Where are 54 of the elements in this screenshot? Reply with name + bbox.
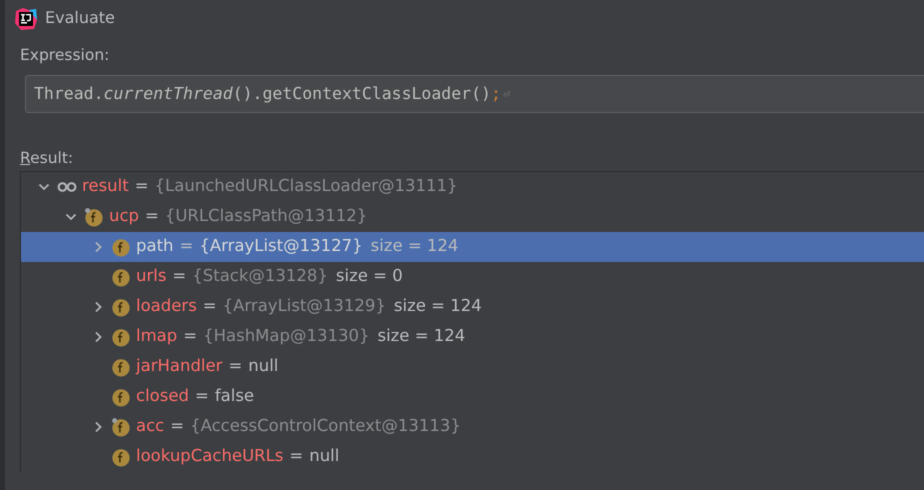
size-text: size = 124 <box>370 235 458 258</box>
equals-sign: = <box>134 175 149 198</box>
variable-value: {HashMap@13130} <box>203 325 370 348</box>
equals-sign: = <box>180 235 194 258</box>
equals-sign: = <box>228 355 242 378</box>
code-text: Thread.currentThread().getContextClassLoader() <box>34 82 491 105</box>
variable-name: closed <box>136 385 189 408</box>
variable-value: {Stack@13128} <box>192 265 328 288</box>
tree-row[interactable]: closed = false <box>21 382 924 412</box>
variable-value: null <box>248 355 278 378</box>
tree-row[interactable]: lookupCacheURLs = null <box>21 442 924 472</box>
tree-row[interactable]: lmap = {HashMap@13130} size = 124 <box>21 322 924 352</box>
equals-sign: = <box>202 295 217 318</box>
variable-value: false <box>214 385 254 408</box>
tree-row[interactable]: urls = {Stack@13128} size = 0 <box>21 262 924 292</box>
variable-value: {AccessControlContext@13113} <box>190 415 461 438</box>
equals-sign: = <box>289 445 304 468</box>
variable-value: {ArrayList@13129} <box>222 295 386 318</box>
semicolon: ; <box>490 82 501 105</box>
variable-value: {URLClassPath@13112} <box>164 205 368 228</box>
variable-name: jarHandler <box>136 355 222 378</box>
size-text: size = 124 <box>394 295 482 318</box>
variable-name: ucp <box>109 205 140 228</box>
field-icon <box>84 206 104 228</box>
app-logo-icon <box>15 8 37 30</box>
variable-name: path <box>136 235 174 258</box>
variable-value: null <box>309 445 340 468</box>
tree-row[interactable]: loaders = {ArrayList@13129} size = 124 <box>21 292 924 322</box>
line-end-icon: ⏎ <box>502 85 510 104</box>
variable-value: {LaunchedURLClassLoader@13111} <box>154 175 458 198</box>
field-icon <box>111 416 131 438</box>
expression-field[interactable]: Thread.currentThread().getContextClassLoader();⏎ <box>25 75 924 114</box>
result-label: Result: <box>20 148 74 170</box>
variable-name: loaders <box>136 295 197 318</box>
tree-row[interactable]: ucp = {URLClassPath@13112} <box>21 202 924 232</box>
window-title: Evaluate <box>45 7 115 29</box>
variable-name: result <box>82 175 129 198</box>
size-text: size = 0 <box>336 265 403 288</box>
tree-row[interactable]: acc = {AccessControlContext@13113} <box>21 412 924 442</box>
variable-value: {ArrayList@13127} <box>199 235 363 258</box>
size-text: size = 124 <box>377 325 466 348</box>
equals-sign: = <box>172 265 186 288</box>
equals-sign: = <box>170 415 184 438</box>
variable-name: urls <box>136 265 166 288</box>
variable-name: lmap <box>136 325 178 348</box>
variable-name: lookupCacheURLs <box>136 445 284 468</box>
equals-sign: = <box>194 385 209 408</box>
equals-sign: = <box>183 325 198 348</box>
tree-row[interactable]: jarHandler = null <box>21 352 924 382</box>
tree-row[interactable]: result = {LaunchedURLClassLoader@13111} <box>21 172 924 202</box>
expression-label: Expression: <box>20 46 110 64</box>
variable-name: acc <box>136 415 164 438</box>
tree-row[interactable]: path = {ArrayList@13127} size = 124 <box>21 232 924 262</box>
equals-sign: = <box>145 205 159 228</box>
